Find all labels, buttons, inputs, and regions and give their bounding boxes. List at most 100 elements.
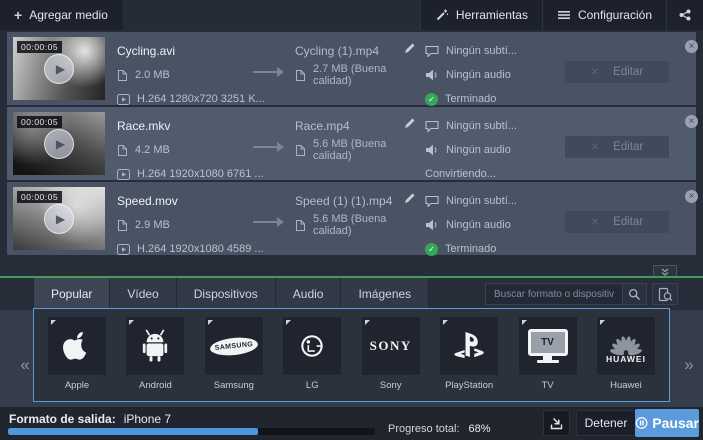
device-samsung[interactable]: SAMSUNG Samsung (201, 317, 267, 391)
device-label: TV (541, 380, 554, 391)
media-row-race[interactable]: 00:00:05 ▶ Race.mkv 4.2 MB H.264 1920x10… (7, 107, 698, 180)
device-presets-strip: « Apple Android SAMSUNG Samsung LG SONY … (0, 308, 703, 407)
tab-imagenes[interactable]: Imágenes (341, 278, 430, 310)
video-thumbnail[interactable]: 00:00:05 ▶ (13, 37, 105, 100)
pause-button[interactable]: Pausar (635, 409, 699, 437)
rename-pencil-icon[interactable] (403, 117, 417, 131)
toolbar-right-group: Herramientas Configuración (419, 0, 703, 30)
settings-button[interactable]: Configuración (541, 0, 666, 30)
stop-button[interactable]: Detener (576, 410, 636, 436)
media-file-list: 00:00:05 ▶ Cycling.avi 2.0 MB H.264 1280… (0, 30, 703, 276)
rename-pencil-icon[interactable] (403, 192, 417, 206)
video-codec-icon (117, 93, 130, 105)
share-button[interactable] (666, 0, 703, 30)
device-android[interactable]: Android (122, 317, 188, 391)
audio-icon (425, 144, 439, 156)
open-output-folder-button[interactable] (543, 410, 570, 436)
device-tv[interactable]: TV TV (515, 317, 581, 391)
source-codec: H.264 1920x1080 6761 ... (137, 168, 264, 180)
status-done-icon: ✓ (425, 92, 438, 106)
audio-value[interactable]: Ningún audio (446, 219, 511, 231)
source-filename: Cycling.avi (117, 44, 176, 58)
edit-button[interactable]: ✕ Editar (565, 61, 669, 83)
search-input[interactable] (486, 284, 622, 304)
remove-row-button[interactable]: × (685, 40, 698, 53)
status-text: Terminado (445, 243, 497, 255)
huawei-logo-icon: HUAWEI (596, 317, 655, 375)
playstation-logo-icon (440, 317, 499, 375)
subtitles-value[interactable]: Ningún subtí... (446, 195, 517, 207)
total-progress-label: Progreso total: (388, 423, 460, 435)
tab-dispositivos[interactable]: Dispositivos (176, 278, 276, 310)
device-apple[interactable]: Apple (44, 317, 110, 391)
output-filename: Race.mp4 (295, 119, 350, 133)
app-window: + Agregar medio Herramientas Configuraci… (0, 0, 703, 440)
edit-button[interactable]: ✕ Editar (565, 211, 669, 233)
search-button[interactable] (622, 284, 646, 304)
remove-row-button[interactable]: × (685, 190, 698, 203)
scissors-icon: ✕ (590, 66, 600, 78)
video-codec-icon (117, 243, 130, 255)
output-filename: Cycling (1).mp4 (295, 44, 380, 58)
subtitles-value[interactable]: Ningún subtí... (446, 120, 517, 132)
output-format-value[interactable]: iPhone 7 (124, 412, 171, 426)
status-done-icon: ✓ (425, 242, 438, 256)
pause-icon (635, 417, 648, 429)
total-progress: Progreso total: 68% (388, 423, 491, 435)
edit-button[interactable]: ✕ Editar (565, 136, 669, 158)
audio-value[interactable]: Ningún audio (446, 144, 511, 156)
status-footer: Formato de salida: iPhone 7 Progreso tota… (0, 407, 703, 440)
track-info-column: Ningún subtí... Ningún audio ✓ Terminado (425, 189, 575, 261)
play-icon[interactable]: ▶ (44, 128, 74, 159)
output-size: 5.6 MB (Buena calidad) (313, 138, 387, 162)
scissors-icon: ✕ (590, 141, 600, 153)
source-info-column: Race.mkv 4.2 MB H.264 1920x1080 6761 ... (117, 114, 264, 186)
lg-logo-icon (283, 317, 342, 375)
device-lg[interactable]: LG (279, 317, 345, 391)
add-media-button[interactable]: + Agregar medio (0, 0, 123, 30)
media-row-cycling[interactable]: 00:00:05 ▶ Cycling.avi 2.0 MB H.264 1280… (7, 32, 698, 106)
file-icon (295, 219, 306, 232)
device-sony[interactable]: SONY Sony (358, 317, 424, 391)
subtitles-value[interactable]: Ningún subtí... (446, 45, 517, 57)
file-icon (295, 69, 306, 82)
file-icon (117, 144, 128, 157)
duration-badge: 00:00:05 (17, 116, 63, 128)
play-icon[interactable]: ▶ (44, 53, 74, 84)
video-codec-icon (117, 168, 130, 180)
scissors-icon: ✕ (590, 216, 600, 228)
progress-bar (8, 428, 375, 435)
media-row-speed[interactable]: 00:00:05 ▶ Speed.mov 2.9 MB H.264 1920x1… (7, 182, 698, 256)
tab-video[interactable]: Vídeo (110, 278, 177, 310)
subtitles-icon (425, 120, 439, 132)
arrow-icon (253, 142, 284, 152)
apple-logo-icon (48, 317, 106, 375)
device-label: Apple (64, 380, 90, 391)
source-info-column: Speed.mov 2.9 MB H.264 1920x1080 4589 ..… (117, 189, 264, 261)
arrow-icon (253, 217, 284, 227)
top-toolbar: + Agregar medio Herramientas Configuraci… (0, 0, 703, 30)
audio-value[interactable]: Ningún audio (446, 69, 511, 81)
source-codec: H.264 1280x720 3251 K... (137, 93, 265, 105)
device-detect-button[interactable] (652, 283, 678, 305)
video-thumbnail[interactable]: 00:00:05 ▶ (13, 187, 105, 250)
audio-icon (425, 219, 439, 231)
tv-logo-text: TV (541, 337, 554, 348)
source-size: 2.9 MB (135, 219, 170, 231)
rename-pencil-icon[interactable] (403, 42, 417, 56)
video-thumbnail[interactable]: 00:00:05 ▶ (13, 112, 105, 175)
output-format: Formato de salida: iPhone 7 (9, 412, 171, 426)
output-info-column: Speed (1) (1).mp4 5.6 MB (Buena calidad) (295, 189, 407, 237)
device-playstation[interactable]: PlayStation (436, 317, 502, 391)
tools-button[interactable]: Herramientas (419, 0, 542, 30)
scroll-right-icon[interactable]: » (678, 354, 700, 376)
status-text: Convirtiendo... (425, 168, 496, 180)
arrow-icon (253, 67, 284, 77)
device-huawei[interactable]: HUAWEI Huawei (593, 317, 659, 391)
android-logo-icon (126, 317, 185, 375)
remove-row-button[interactable]: × (685, 115, 698, 128)
tab-popular[interactable]: Popular (33, 278, 111, 310)
output-info-column: Cycling (1).mp4 2.7 MB (Buena calidad) (295, 39, 407, 87)
tab-audio[interactable]: Audio (275, 278, 342, 310)
play-icon[interactable]: ▶ (44, 203, 74, 234)
